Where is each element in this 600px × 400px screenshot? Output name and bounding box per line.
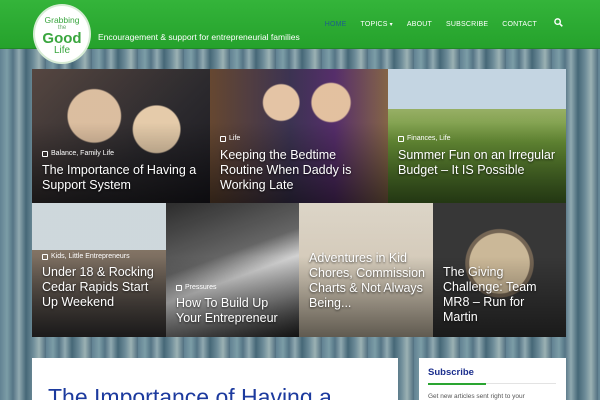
featured-post-tile[interactable]: Life Keeping the Bedtime Routine When Da… [210, 69, 388, 203]
chevron-down-icon: ▾ [389, 22, 393, 28]
divider [486, 383, 556, 384]
nav-subscribe[interactable]: SUBSCRIBE [439, 0, 495, 49]
subscribe-widget: Subscribe Get new articles sent right to… [419, 358, 566, 400]
featured-post-tile[interactable]: Balance, Family Life The Importance of H… [32, 69, 210, 203]
site-logo[interactable]: Grabbing the Good Life [33, 4, 91, 64]
logo-text-good: Good [42, 30, 82, 47]
edit-icon [220, 135, 226, 142]
main-nav: HOME TOPICS ▾ ABOUT SUBSCRIBE CONTACT [318, 0, 570, 49]
post-category: Balance, Family Life [42, 150, 114, 157]
logo-text-life: Life [53, 45, 71, 56]
edit-icon [42, 253, 48, 260]
featured-posts-grid: Balance, Family Life The Importance of H… [32, 69, 566, 337]
logo-text-grabbing: Grabbing [44, 15, 80, 25]
nav-topics[interactable]: TOPICS ▾ [354, 0, 400, 49]
nav-contact[interactable]: CONTACT [495, 0, 544, 49]
post-title: Keeping the Bedtime Routine When Daddy i… [220, 148, 352, 192]
search-icon[interactable] [544, 0, 570, 49]
nav-topics-label: TOPICS [360, 21, 388, 28]
post-category: Finances, Life [398, 135, 451, 142]
nav-home[interactable]: HOME [318, 0, 354, 49]
nav-about[interactable]: ABOUT [400, 0, 439, 49]
site-header: Grabbing the Good Life Encouragement & s… [0, 0, 600, 64]
post-category: Life [220, 135, 240, 142]
featured-post-tile[interactable]: Kids, Little Entrepreneurs Under 18 & Ro… [32, 203, 166, 337]
widget-intro-text: Get new articles sent right to your [428, 393, 525, 400]
featured-post-tile[interactable]: Adventures in Kid Chores, Commission Cha… [299, 203, 433, 337]
post-title: Adventures in Kid Chores, Commission Cha… [309, 251, 426, 310]
site-tagline: Encouragement & support for entrepreneur… [98, 32, 300, 42]
post-title: Under 18 & Rocking Cedar Rapids Start Up… [42, 265, 154, 309]
post-title: The Giving Challenge: Team MR8 – Run for… [443, 265, 537, 324]
edit-icon [176, 284, 182, 291]
latest-article-card: The Importance of Having a [32, 358, 398, 400]
post-title: Summer Fun on an Irregular Budget – It I… [398, 148, 556, 177]
article-heading[interactable]: The Importance of Having a [48, 384, 332, 400]
post-title: The Importance of Having a Support Syste… [42, 163, 197, 192]
edit-icon [398, 135, 404, 142]
widget-title: Subscribe [428, 367, 474, 378]
featured-post-tile[interactable]: The Giving Challenge: Team MR8 – Run for… [433, 203, 566, 337]
edit-icon [42, 150, 48, 157]
post-title: How To Build Up Your Entrepreneur [176, 296, 278, 325]
featured-post-tile[interactable]: Finances, Life Summer Fun on an Irregula… [388, 69, 566, 203]
post-category: Pressures [176, 284, 217, 291]
featured-post-tile[interactable]: Pressures How To Build Up Your Entrepren… [166, 203, 299, 337]
widget-title-underline [428, 383, 486, 385]
post-category: Kids, Little Entrepreneurs [42, 253, 130, 260]
